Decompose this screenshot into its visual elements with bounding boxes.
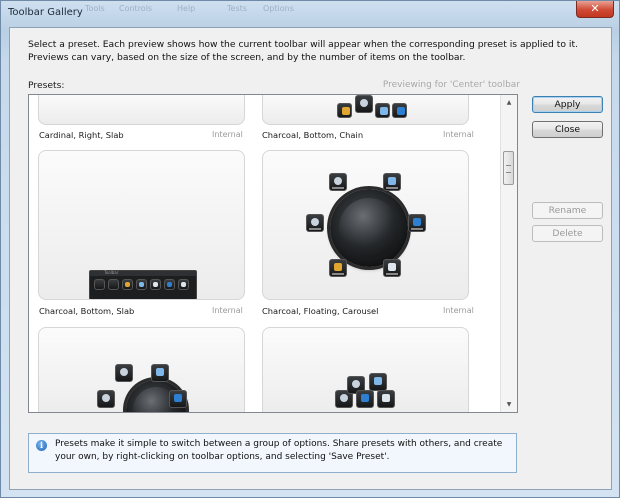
toolbar-button-icon xyxy=(136,279,147,290)
preset-name: Charcoal, Bottom, Slab xyxy=(39,306,135,316)
preset-name: Charcoal, Floating, Carousel xyxy=(262,306,379,316)
toolbar-button-icon xyxy=(164,279,175,290)
toolbar-button-icon xyxy=(383,259,401,277)
background-menu-ghost: Help xyxy=(177,4,196,13)
close-button[interactable]: Close xyxy=(532,121,603,138)
toolbar-button-icon xyxy=(392,103,407,118)
window-title: Toolbar Gallery xyxy=(8,7,83,18)
presets-label: Presets: xyxy=(28,80,65,91)
toolbar-button-icon xyxy=(306,214,324,232)
toolbar-button-icon xyxy=(355,95,373,113)
scrollbar-thumb[interactable] xyxy=(503,151,514,185)
toolbar-button-icon xyxy=(408,214,426,232)
info-text: Presets make it simple to switch between… xyxy=(55,439,503,462)
toolbar-button-icon xyxy=(377,390,395,408)
previewing-for-label: Previewing for 'Center' toolbar xyxy=(382,80,520,90)
toolbar-gallery-window: Toolbar Gallery Tools Controls Help Test… xyxy=(0,0,620,498)
toolbar-button-icon xyxy=(108,279,119,290)
toolbar-button-icon xyxy=(375,103,390,118)
toolbar-button-icon xyxy=(94,279,105,290)
scroll-down-arrow-icon[interactable]: ▼ xyxy=(501,397,517,412)
preset-source: Internal xyxy=(443,130,474,139)
dialog-body: Select a preset. Each preview shows how … xyxy=(9,27,612,490)
info-panel: i Presets make it simple to switch betwe… xyxy=(28,433,517,473)
info-icon: i xyxy=(36,440,47,451)
toolbar-button-icon xyxy=(151,364,169,382)
background-menu-ghost: Tests xyxy=(227,4,247,13)
preset-name: Cardinal, Right, Slab xyxy=(39,130,124,140)
preset-tile-charcoal-floating-carousel[interactable] xyxy=(262,150,469,300)
rename-button[interactable]: Rename xyxy=(532,202,603,219)
preset-source: Internal xyxy=(443,306,474,315)
preset-tile-charcoal-bottom-chain[interactable] xyxy=(262,95,469,125)
window-close-button[interactable]: ✕ xyxy=(576,1,614,18)
presets-list[interactable]: Cardinal, Right, Slab Internal Charcoal,… xyxy=(28,94,518,413)
background-menu-ghost: Tools xyxy=(85,4,105,13)
slab-toolbar-preview: Toolbar xyxy=(89,270,197,299)
toolbar-button-icon xyxy=(383,173,401,191)
delete-button[interactable]: Delete xyxy=(532,225,603,242)
scroll-up-arrow-icon[interactable]: ▲ xyxy=(501,95,517,110)
preset-tile-charcoal-bottom-slab[interactable]: Toolbar xyxy=(38,150,245,300)
apply-button[interactable]: Apply xyxy=(532,96,603,113)
preset-source: Internal xyxy=(212,306,243,315)
toolbar-button-icon xyxy=(329,173,347,191)
toolbar-button-icon xyxy=(178,279,189,290)
title-bar[interactable]: Toolbar Gallery Tools Controls Help Test… xyxy=(1,1,619,25)
preset-tile[interactable] xyxy=(38,327,245,412)
background-menu-ghost: Controls xyxy=(119,4,153,13)
toolbar-button-icon xyxy=(329,259,347,277)
slab-title: Toolbar xyxy=(104,270,119,275)
toolbar-button-icon xyxy=(122,279,133,290)
instructions-text: Select a preset. Each preview shows how … xyxy=(28,39,579,63)
toolbar-button-icon xyxy=(356,390,374,408)
preset-tile-cardinal-right-slab[interactable] xyxy=(38,95,245,125)
toolbar-button-icon xyxy=(369,373,387,391)
toolbar-button-icon xyxy=(97,390,115,408)
presets-scrollbar[interactable]: ▲ ▼ xyxy=(500,95,517,412)
toolbar-button-icon xyxy=(115,364,133,382)
preset-name: Charcoal, Bottom, Chain xyxy=(262,130,364,140)
toolbar-button-icon xyxy=(169,390,187,408)
toolbar-button-icon xyxy=(150,279,161,290)
preset-source: Internal xyxy=(212,130,243,139)
background-menu-ghost: Options xyxy=(263,4,294,13)
preset-tile[interactable] xyxy=(262,327,469,412)
carousel-orb xyxy=(330,189,408,267)
toolbar-button-icon xyxy=(337,103,352,118)
